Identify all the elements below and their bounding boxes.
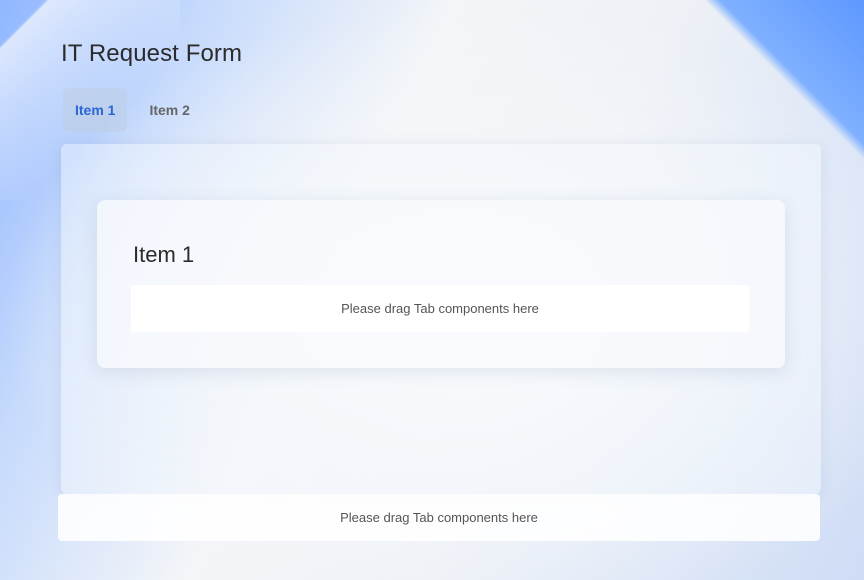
page-title: IT Request Form xyxy=(61,40,243,67)
tab-item-2[interactable]: Item 2 xyxy=(137,88,201,132)
tab-content-heading: Item 1 xyxy=(133,242,195,267)
tab-bar: Item 1 Item 2 xyxy=(63,88,202,132)
form-dropzone[interactable]: Please drag Tab components here xyxy=(58,494,820,541)
tab-dropzone[interactable]: Please drag Tab components here xyxy=(131,285,749,332)
background-corner-accent xyxy=(704,0,864,160)
tab-item-1[interactable]: Item 1 xyxy=(63,88,128,132)
tab-content-card: Item 1 Please drag Tab components here xyxy=(97,200,785,368)
